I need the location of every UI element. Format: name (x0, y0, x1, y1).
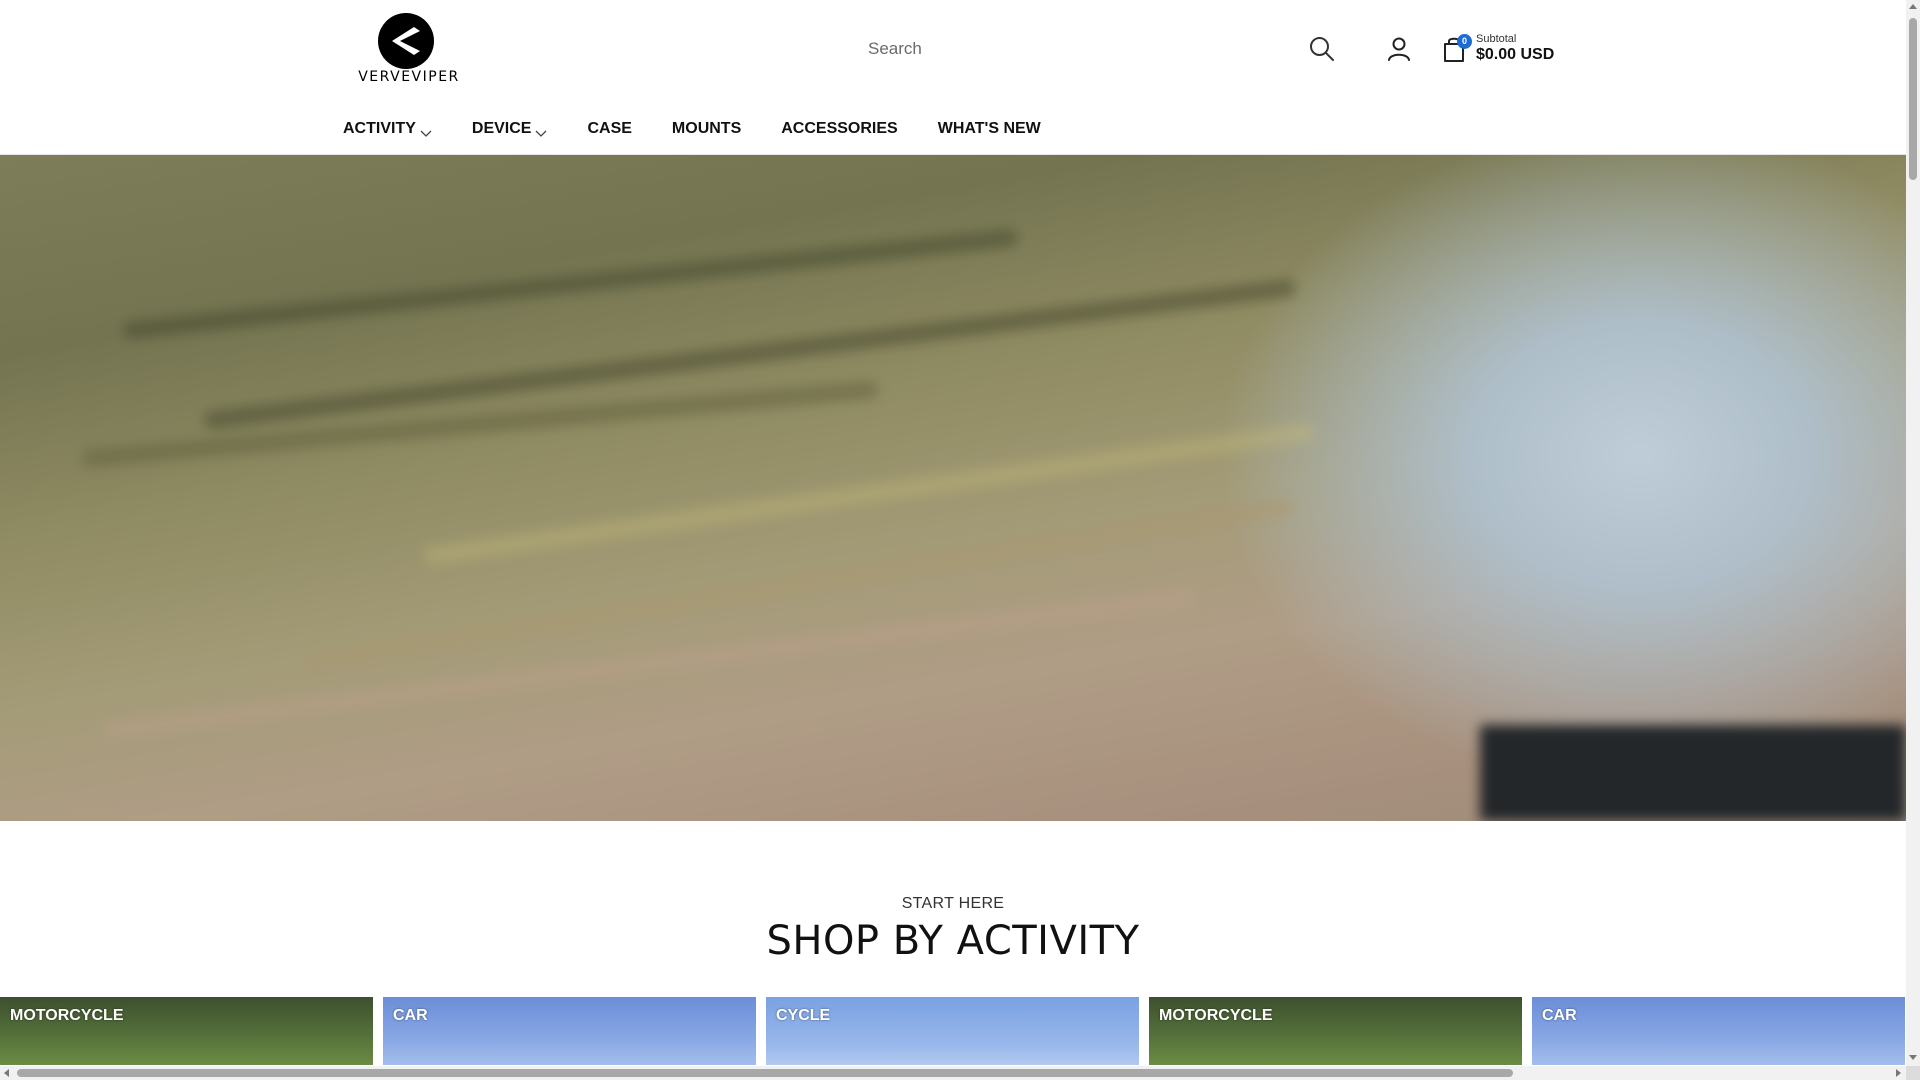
cart-subtotal-label: Subtotal (1476, 33, 1517, 45)
nav-item-activity[interactable]: ACTIVITY (343, 116, 432, 142)
vertical-scrollbar-thumb[interactable] (1909, 18, 1917, 180)
horizontal-scrollbar[interactable] (0, 1066, 1906, 1080)
activity-card-cycle[interactable]: CYCLE (766, 997, 1139, 1065)
nav-item-label: CASE (587, 120, 632, 137)
nav-item-label: MOUNTS (671, 120, 742, 137)
nav-item-label: WHAT'S NEW (937, 120, 1041, 137)
activity-card-car[interactable]: CAR (1532, 997, 1905, 1065)
search-input[interactable] (868, 30, 1348, 68)
scroll-up-icon[interactable] (1909, 4, 1917, 9)
cart-count-badge: 0 (1457, 34, 1472, 49)
nav-item-mounts[interactable]: MOUNTS (672, 116, 741, 142)
nav-item-label: DEVICE (471, 120, 532, 137)
section-title: SHOP BY ACTIVITY (766, 918, 1140, 964)
activity-card-motorcycle[interactable]: MOTORCYCLE (0, 997, 373, 1065)
search-icon (1310, 37, 1334, 61)
brand-logo-mark (378, 13, 434, 69)
horizontal-scrollbar-thumb[interactable] (17, 1069, 1513, 1077)
nav-item-label: ACTIVITY (343, 120, 416, 137)
activity-card-car[interactable]: CAR (383, 997, 756, 1065)
activity-card-motorcycle[interactable]: MOTORCYCLE (1149, 997, 1522, 1065)
search-button[interactable] (1307, 34, 1337, 64)
user-icon (1388, 37, 1410, 61)
chevron-down-icon (420, 125, 432, 143)
vertical-scrollbar[interactable] (1906, 0, 1920, 1066)
site-header: VERVEVIPER 0 Subtotal $0.00 USD ACTIVITY… (0, 0, 1906, 155)
scroll-right-icon[interactable] (1896, 1069, 1901, 1077)
activity-carousel: MOTORCYCLE CAR CYCLE MOTORCYCLE CAR (0, 997, 1906, 1065)
hero-video-banner[interactable] (0, 155, 1906, 821)
activity-card-label: CAR (1542, 1007, 1577, 1024)
activity-card-label: CAR (393, 1007, 428, 1024)
brand-logo-text: VERVEVIPER (358, 69, 460, 85)
nav-item-case[interactable]: CASE (587, 116, 631, 142)
scroll-left-icon[interactable] (4, 1069, 9, 1077)
account-button[interactable] (1384, 34, 1414, 64)
activity-card-label: MOTORCYCLE (1159, 1007, 1273, 1024)
nav-item-label: ACCESSORIES (781, 120, 898, 137)
activity-card-label: CYCLE (776, 1007, 831, 1024)
main-navigation: ACTIVITY DEVICE CASE MOUNTS ACCESSORIES … (343, 116, 1081, 142)
nav-item-device[interactable]: DEVICE (472, 116, 548, 142)
section-eyebrow: START HERE (901, 895, 1005, 912)
scrollbar-corner (1906, 1066, 1920, 1080)
activity-card-label: MOTORCYCLE (10, 1007, 124, 1024)
nav-item-whats-new[interactable]: WHAT'S NEW (938, 116, 1041, 142)
nav-item-accessories[interactable]: ACCESSORIES (781, 116, 897, 142)
scroll-down-icon[interactable] (1909, 1055, 1917, 1060)
chevron-down-icon (535, 125, 547, 143)
cart-subtotal-value: $0.00 USD (1476, 46, 1555, 63)
brand-logo[interactable]: VERVEVIPER (356, 13, 462, 87)
